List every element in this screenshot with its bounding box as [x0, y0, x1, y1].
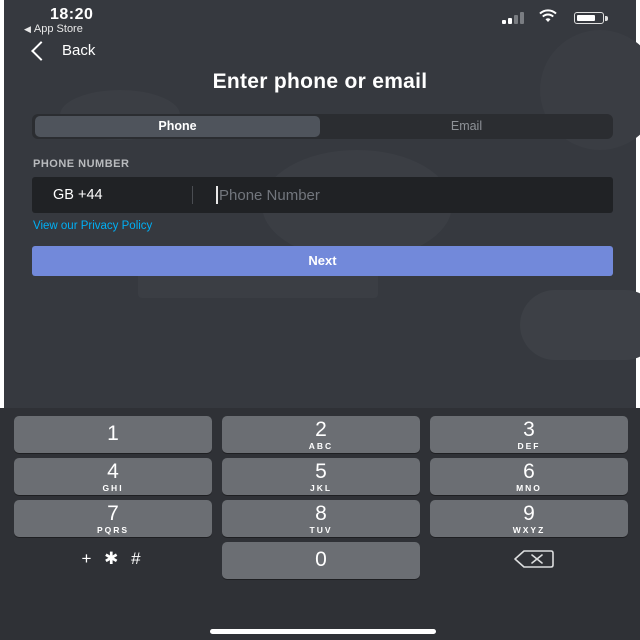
page-title: Enter phone or email	[212, 70, 428, 93]
signal-icon	[502, 12, 530, 24]
status-time: 18:20	[50, 6, 94, 23]
field-divider	[192, 186, 193, 204]
key-digit: 2	[315, 418, 327, 441]
key-letters: WXYZ	[512, 525, 546, 535]
key-digit: 4	[107, 460, 119, 483]
key-6[interactable]: 6 MNO	[430, 458, 628, 495]
phone-email-segmented-control: Phone Email	[32, 114, 613, 139]
key-digit: 7	[107, 502, 119, 525]
key-digit: 5	[315, 460, 327, 483]
wifi-icon	[539, 9, 557, 22]
key-letters: DEF	[517, 441, 541, 451]
key-7[interactable]: 7 PQRS	[14, 500, 212, 537]
back-to-app-link[interactable]: ◀ App Store	[24, 23, 83, 35]
key-5[interactable]: 5 JKL	[222, 458, 420, 495]
key-digit: 3	[523, 418, 535, 441]
segment-email[interactable]: Email	[323, 116, 610, 137]
backspace-icon[interactable]	[514, 550, 554, 568]
back-button[interactable]: Back	[28, 40, 96, 61]
key-8[interactable]: 8 TUV	[222, 500, 420, 537]
chevron-left-icon	[31, 40, 51, 61]
key-letters: TUV	[309, 525, 333, 535]
key-digit: 1	[107, 422, 119, 445]
numeric-keypad: 1 2 ABC 3 DEF 4 GHI 5 JKL 6 MNO 7 PQRS 8…	[0, 408, 640, 640]
key-letters: PQRS	[96, 525, 130, 535]
back-app-label: App Store	[33, 23, 83, 35]
phone-field: GB +44	[32, 177, 613, 213]
phone-number-label: PHONE NUMBER	[33, 158, 130, 170]
text-cursor	[216, 186, 218, 204]
key-symbols[interactable]: + ✱ #	[14, 542, 212, 579]
key-letters: ABC	[308, 441, 334, 451]
background-decoration	[520, 290, 640, 360]
key-digit: 9	[523, 502, 535, 525]
back-triangle-icon: ◀	[24, 24, 31, 34]
key-letters: JKL	[309, 483, 333, 493]
key-digit: 6	[523, 460, 535, 483]
key-0[interactable]: 0	[222, 542, 420, 579]
home-indicator[interactable]	[210, 629, 436, 634]
battery-icon	[574, 12, 608, 24]
key-2[interactable]: 2 ABC	[222, 416, 420, 453]
symbols-label: + ✱ #	[81, 549, 145, 568]
next-button[interactable]: Next	[32, 246, 613, 276]
phone-number-input[interactable]	[219, 177, 599, 213]
status-bar: 18:20 ◀ App Store	[0, 0, 640, 40]
key-digit: 0	[315, 548, 327, 571]
country-code-selector[interactable]: GB +44	[53, 177, 103, 213]
key-letters: GHI	[102, 483, 124, 493]
key-1[interactable]: 1	[14, 416, 212, 453]
key-letters: MNO	[516, 483, 542, 493]
key-9[interactable]: 9 WXYZ	[430, 500, 628, 537]
key-digit: 8	[315, 502, 327, 525]
key-3[interactable]: 3 DEF	[430, 416, 628, 453]
back-label: Back	[62, 42, 96, 59]
segment-phone[interactable]: Phone	[35, 116, 320, 137]
privacy-policy-link[interactable]: View our Privacy Policy	[33, 220, 152, 232]
key-4[interactable]: 4 GHI	[14, 458, 212, 495]
